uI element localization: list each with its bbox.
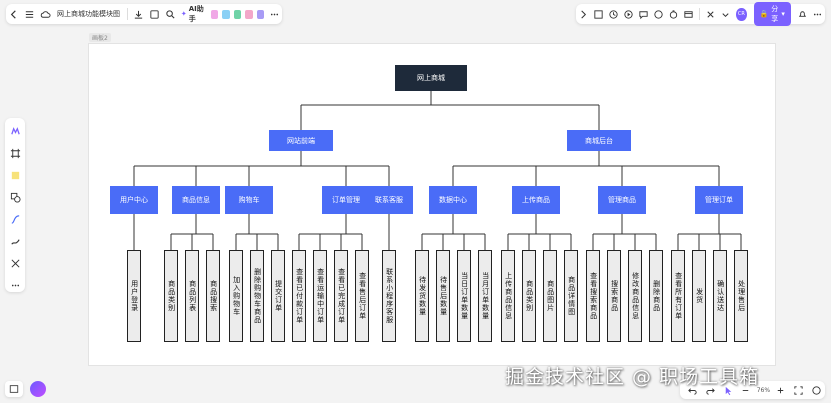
diagram-leaf-node[interactable]: 搜索商品 [607,250,621,342]
lock-icon: 🔒 [759,10,769,18]
diagram-leaf-node[interactable]: 删除商品 [649,250,663,342]
diagram-leaf-node[interactable]: 查看搜索商品 [586,250,600,342]
diagram-leaf-node[interactable]: 查看已付款订单 [292,250,306,342]
plugin-icon-4[interactable] [245,9,253,19]
diagram-leaf-node[interactable]: 商品详情图 [564,250,578,342]
diagram-leaf-node[interactable]: 删除购物车商品 [250,250,264,342]
diagram-category-node[interactable]: 购物车 [225,186,273,214]
plugin-icon-5[interactable] [256,9,265,19]
menu-icon[interactable] [24,7,36,21]
ai-assistant-float-button[interactable] [30,381,46,397]
share-label: 分享 [771,5,779,23]
plugin-icon-2[interactable] [222,9,230,19]
diagram-leaf-node[interactable]: 提交订单 [271,250,285,342]
chevron-down-icon: ▾ [781,10,785,18]
plugin-icon-3[interactable] [233,9,242,19]
diagram-leaf-node[interactable]: 查看已完成订单 [334,250,348,342]
diagram-leaf-node[interactable]: 发货 [692,250,706,342]
expand-icon[interactable] [578,7,589,21]
diagram-leaf-node[interactable]: 用户登录 [127,250,141,342]
help-icon[interactable] [809,383,823,397]
sticky-note-icon[interactable] [8,168,22,182]
shape-tool-icon[interactable] [8,190,22,204]
diagram-leaf-node[interactable]: 查看所有订单 [671,250,685,342]
diagram-branch-node[interactable]: 网站前端 [269,130,333,151]
diagram-category-node[interactable]: 管理商品 [598,186,646,214]
diagram-category-node[interactable]: 商品信息 [172,186,220,214]
divider [127,8,128,20]
minimap-icon [9,385,19,393]
timer-icon[interactable] [668,7,679,21]
plugin-icon-1[interactable] [210,9,219,19]
top-toolbar-right: CR 🔒 分享 ▾ [576,2,825,26]
play-icon[interactable] [623,7,634,21]
top-toolbar-left: 网上商城功能模块图 ✦ AI助手 [6,4,282,24]
diagram-leaf-node[interactable]: 商品列表 [185,250,199,342]
diagram-category-node[interactable]: 上传商品 [512,186,560,214]
diagram-leaf-node[interactable]: 待售后数量 [436,250,450,342]
close-icon[interactable] [705,7,716,21]
frame-icon[interactable] [593,7,604,21]
diagram-category-node[interactable]: 数据中心 [429,186,477,214]
ai-assistant-label: AI助手 [188,5,204,23]
back-icon[interactable] [8,7,20,21]
diagram-leaf-node[interactable]: 查看售后订单 [355,250,369,342]
chat-icon[interactable] [638,7,649,21]
more-tools-icon[interactable] [8,278,22,292]
history-icon[interactable] [608,7,619,21]
diagram-root-node[interactable]: 网上商城 [395,65,467,91]
diagram-category-node[interactable]: 用户中心 [110,186,158,214]
watermark: 掘金技术社区 @ 职场工具箱 [505,366,760,388]
more-options-icon[interactable] [812,7,823,21]
comment-icon[interactable] [653,7,664,21]
mindmap-tool-icon[interactable] [8,256,22,270]
minimap-button[interactable] [5,381,23,397]
diagram-leaf-node[interactable]: 当月订单数量 [478,250,492,342]
download-icon[interactable] [133,7,145,21]
diagram-leaf-node[interactable]: 上传商品信息 [501,250,515,342]
share-button[interactable]: 🔒 分享 ▾ [753,2,791,26]
left-toolbar [5,118,25,292]
tag-icon[interactable] [149,7,161,21]
templates-icon[interactable] [683,7,694,21]
connector-tool-icon[interactable] [8,212,22,226]
diagram-leaf-node[interactable]: 商品图片 [543,250,557,342]
zoom-in-icon[interactable] [774,383,788,397]
diagram-category-node[interactable]: 管理订单 [695,186,743,214]
ai-sparkle-icon: ✦ [180,10,187,18]
cloud-icon [39,7,51,21]
dropdown-icon[interactable] [720,7,731,21]
diagram-category-node[interactable]: 联系客服 [365,186,413,214]
notification-icon[interactable] [797,7,808,21]
fit-screen-icon[interactable] [792,383,806,397]
diagram-leaf-node[interactable]: 处理售后 [734,250,748,342]
diagram-category-node[interactable]: 订单管理 [322,186,370,214]
diagram-leaf-node[interactable]: 确认送达 [713,250,727,342]
frame-label[interactable]: 画板2 [89,33,111,42]
diagram-leaf-node[interactable]: 当日订单数量 [457,250,471,342]
diagram-leaf-node[interactable]: 联系小程序客服 [382,250,396,342]
diagram-canvas[interactable]: 网上商城 网站前端 用户中心 用户登录 商品信息 商品类别 商品列表 商品搜索 购物车 加入购物车… [88,43,776,366]
avatar[interactable]: CR [736,7,747,21]
more-icon[interactable] [268,7,280,21]
ai-assistant-button[interactable]: ✦ AI助手 [181,4,206,24]
frame-tool-icon[interactable] [8,146,22,160]
diagram-leaf-node[interactable]: 修改商品信息 [628,250,642,342]
diagram-leaf-node[interactable]: 商品类别 [164,250,178,342]
diagram-leaf-node[interactable]: 查看运输中订单 [313,250,327,342]
diagram-leaf-node[interactable]: 待发货数量 [415,250,429,342]
diagram-leaf-node[interactable]: 商品类别 [522,250,536,342]
document-title[interactable]: 网上商城功能模块图 [57,9,120,19]
divider [699,8,701,20]
logo-icon[interactable] [8,124,22,138]
pen-tool-icon[interactable] [8,234,22,248]
search-icon[interactable] [164,7,176,21]
diagram-leaf-node[interactable]: 商品搜索 [206,250,220,342]
diagram-branch-node[interactable]: 商城后台 [567,130,631,151]
diagram-leaf-node[interactable]: 加入购物车 [229,250,243,342]
